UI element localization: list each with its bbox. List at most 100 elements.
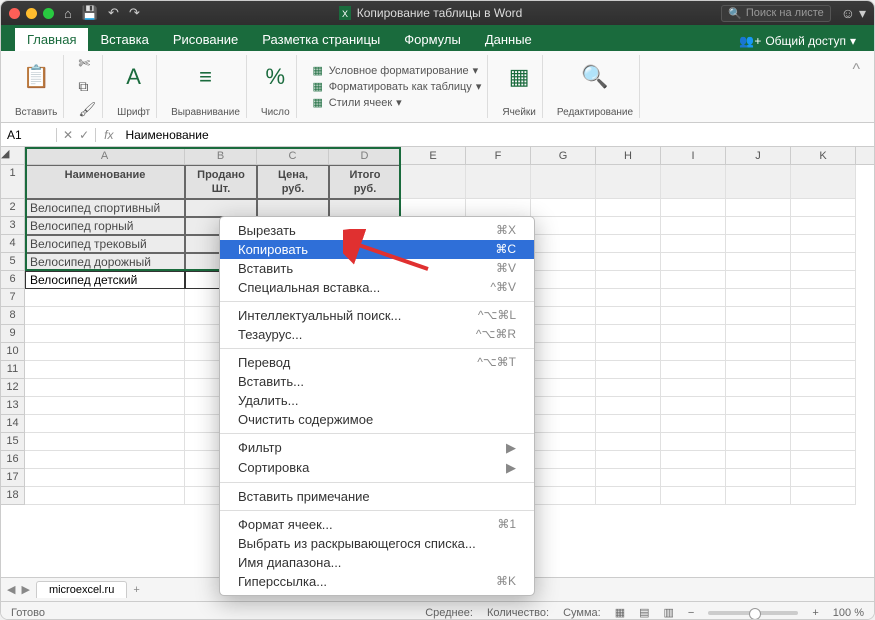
cell[interactable]	[596, 397, 661, 415]
tab-data[interactable]: Данные	[473, 28, 544, 51]
cell[interactable]	[661, 397, 726, 415]
cell[interactable]	[726, 199, 791, 217]
cells-group[interactable]: ▦ Ячейки	[496, 55, 543, 118]
cell[interactable]	[531, 433, 596, 451]
cell[interactable]	[791, 415, 856, 433]
paste-group[interactable]: 📋 Вставить	[9, 55, 64, 118]
cell[interactable]	[661, 325, 726, 343]
cell[interactable]	[726, 433, 791, 451]
cell-styles-button[interactable]: ▦Стили ячеек ▾	[311, 96, 402, 110]
cell[interactable]	[185, 199, 257, 217]
cell[interactable]	[661, 165, 726, 199]
home-icon[interactable]: ⌂	[64, 6, 72, 21]
cell[interactable]	[791, 307, 856, 325]
menu-item[interactable]: Вставить примечание	[220, 487, 534, 506]
fx-icon[interactable]: fx	[96, 128, 121, 142]
cell[interactable]	[596, 253, 661, 271]
row-header[interactable]: 5	[1, 253, 25, 271]
cell[interactable]	[726, 165, 791, 199]
row-header[interactable]: 1	[1, 165, 25, 199]
menu-item[interactable]: Перевод^⌥⌘T	[220, 353, 534, 372]
cell[interactable]	[661, 307, 726, 325]
redo-icon[interactable]: ↷	[129, 5, 140, 21]
cell[interactable]	[726, 361, 791, 379]
cell[interactable]	[791, 451, 856, 469]
cell[interactable]	[661, 379, 726, 397]
cell[interactable]	[791, 199, 856, 217]
row-header[interactable]: 14	[1, 415, 25, 433]
cell[interactable]	[791, 487, 856, 505]
col-header[interactable]: H	[596, 147, 661, 164]
zoom-slider[interactable]	[708, 611, 798, 615]
cell[interactable]	[531, 469, 596, 487]
col-header[interactable]: K	[791, 147, 856, 164]
cell[interactable]	[25, 487, 185, 505]
cell[interactable]	[25, 343, 185, 361]
align-group[interactable]: ≡ Выравнивание	[165, 55, 247, 118]
cell[interactable]	[596, 325, 661, 343]
row-header[interactable]: 18	[1, 487, 25, 505]
col-header[interactable]: G	[531, 147, 596, 164]
col-header[interactable]: F	[466, 147, 531, 164]
menu-item[interactable]: Очистить содержимое	[220, 410, 534, 429]
cell[interactable]: Велосипед детский	[25, 271, 185, 289]
cell[interactable]	[726, 271, 791, 289]
cell[interactable]	[531, 271, 596, 289]
cell[interactable]	[25, 307, 185, 325]
cell[interactable]	[596, 487, 661, 505]
cell[interactable]	[257, 199, 329, 217]
format-painter-icon[interactable]: 🖌	[78, 101, 96, 118]
cell[interactable]	[596, 469, 661, 487]
view-layout-icon[interactable]: ▤	[639, 606, 649, 619]
cell[interactable]	[726, 487, 791, 505]
cell[interactable]	[661, 217, 726, 235]
cut-icon[interactable]: ✄	[78, 55, 90, 72]
cell[interactable]	[661, 469, 726, 487]
collapse-ribbon-icon[interactable]: ^	[846, 55, 866, 118]
search-input[interactable]: 🔍 Поиск на листе	[721, 5, 831, 22]
cell[interactable]	[791, 271, 856, 289]
share-button[interactable]: 👥+ Общий доступ ▾	[731, 31, 864, 51]
row-header[interactable]: 4	[1, 235, 25, 253]
cell[interactable]: ПроданоШт.	[185, 165, 257, 199]
cell[interactable]	[791, 397, 856, 415]
cell[interactable]	[661, 433, 726, 451]
cell[interactable]: Велосипед трековый	[25, 235, 185, 253]
cell[interactable]	[531, 289, 596, 307]
cell[interactable]	[596, 433, 661, 451]
row-header[interactable]: 9	[1, 325, 25, 343]
cell[interactable]	[791, 289, 856, 307]
row-header[interactable]: 17	[1, 469, 25, 487]
close-icon[interactable]	[9, 8, 20, 19]
cell[interactable]	[531, 343, 596, 361]
tab-insert[interactable]: Вставка	[88, 28, 160, 51]
tab-formulas[interactable]: Формулы	[392, 28, 473, 51]
menu-item[interactable]: Гиперссылка...⌘K	[220, 572, 534, 591]
cell[interactable]	[25, 451, 185, 469]
cell[interactable]	[596, 343, 661, 361]
cell[interactable]	[726, 217, 791, 235]
cell[interactable]	[726, 253, 791, 271]
menu-item[interactable]: Вставить⌘V	[220, 259, 534, 278]
cell[interactable]	[329, 199, 401, 217]
cell[interactable]	[726, 325, 791, 343]
cell[interactable]	[661, 199, 726, 217]
view-pagebreak-icon[interactable]: ▥	[664, 606, 674, 619]
conditional-formatting-button[interactable]: ▦Условное форматирование ▾	[311, 64, 478, 78]
row-header[interactable]: 7	[1, 289, 25, 307]
cell[interactable]	[596, 289, 661, 307]
cell[interactable]	[531, 217, 596, 235]
cell[interactable]	[791, 253, 856, 271]
enter-icon[interactable]: ✓	[79, 128, 89, 142]
menu-item[interactable]: Фильтр▶	[220, 438, 534, 458]
number-group[interactable]: % Число	[255, 55, 297, 118]
cell[interactable]	[791, 343, 856, 361]
cell[interactable]	[25, 379, 185, 397]
zoom-in-button[interactable]: +	[812, 607, 818, 619]
sheet-tab[interactable]: microexcel.ru	[36, 581, 127, 598]
col-header[interactable]: A	[25, 147, 185, 164]
cell[interactable]	[791, 235, 856, 253]
cell[interactable]	[726, 469, 791, 487]
col-header[interactable]: C	[257, 147, 329, 164]
cell[interactable]	[531, 325, 596, 343]
